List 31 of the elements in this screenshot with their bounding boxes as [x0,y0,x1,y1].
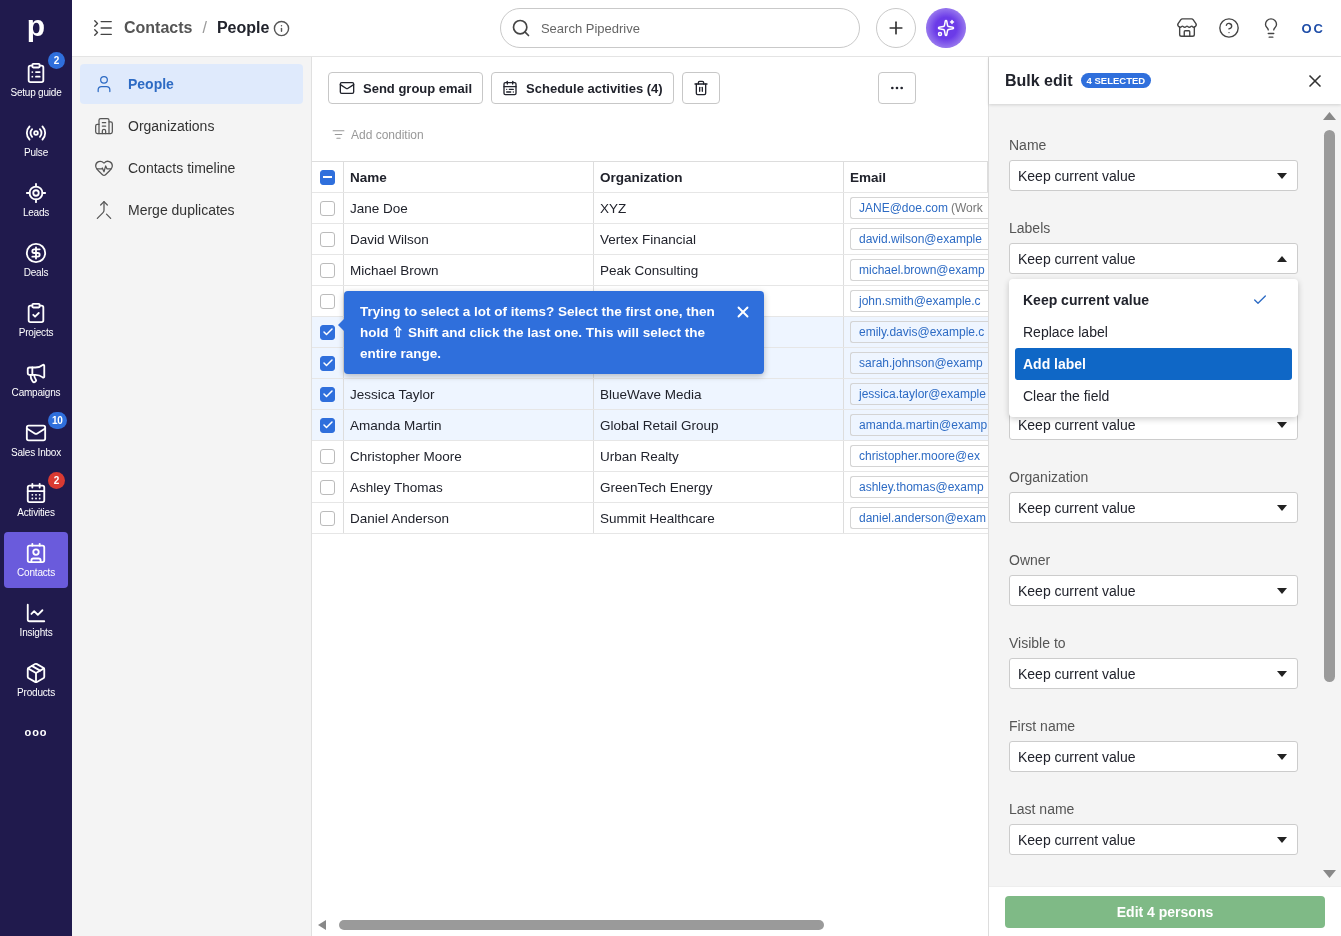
field-label: Name [1009,137,1047,153]
breadcrumb-item: People [216,19,270,37]
field-label: Labels [1009,220,1051,236]
table-cell: XYZ [600,200,627,216]
table-cell: David Wilson [350,231,429,247]
count-badge: 10 [48,412,67,429]
tooltip-text: Trying to select a lot of items? Select the first one, then hold ⇧ Shift and click the last one. This will select the entire range. [360,304,715,361]
panel-title: Bulk edit [1005,71,1073,90]
table-cell: Amanda Martin [350,417,442,433]
table-cell: Urban Realty [600,448,679,464]
selected-count-badge: 4 SELECTED [1080,73,1152,88]
table-cell: Global Retail Group [600,417,719,433]
table-cell: Michael Brown [350,262,439,278]
count-badge: 2 [48,472,65,489]
table-cell: Summit Healthcare [600,510,715,526]
field-label: Visible to [1009,635,1066,651]
table-cell: Jessica Taylor [350,386,435,402]
field-label: Owner [1009,552,1051,568]
table-cell: Christopher Moore [350,448,462,464]
field-label: First name [1009,718,1076,734]
table-cell: Ashley Thomas [350,479,443,495]
table-cell: Peak Consulting [600,262,699,278]
count-badge: 2 [48,52,65,69]
table-cell: BlueWave Media [600,386,702,402]
breadcrumb-separator: / [202,19,207,37]
table-cell: Vertex Financial [600,231,697,247]
field-label: Last name [1009,801,1075,817]
table-cell: GreenTech Energy [600,479,713,495]
field-label: Organization [1009,469,1089,485]
table-cell: Jane Doe [350,200,408,216]
table-cell: Daniel Anderson [350,510,450,526]
